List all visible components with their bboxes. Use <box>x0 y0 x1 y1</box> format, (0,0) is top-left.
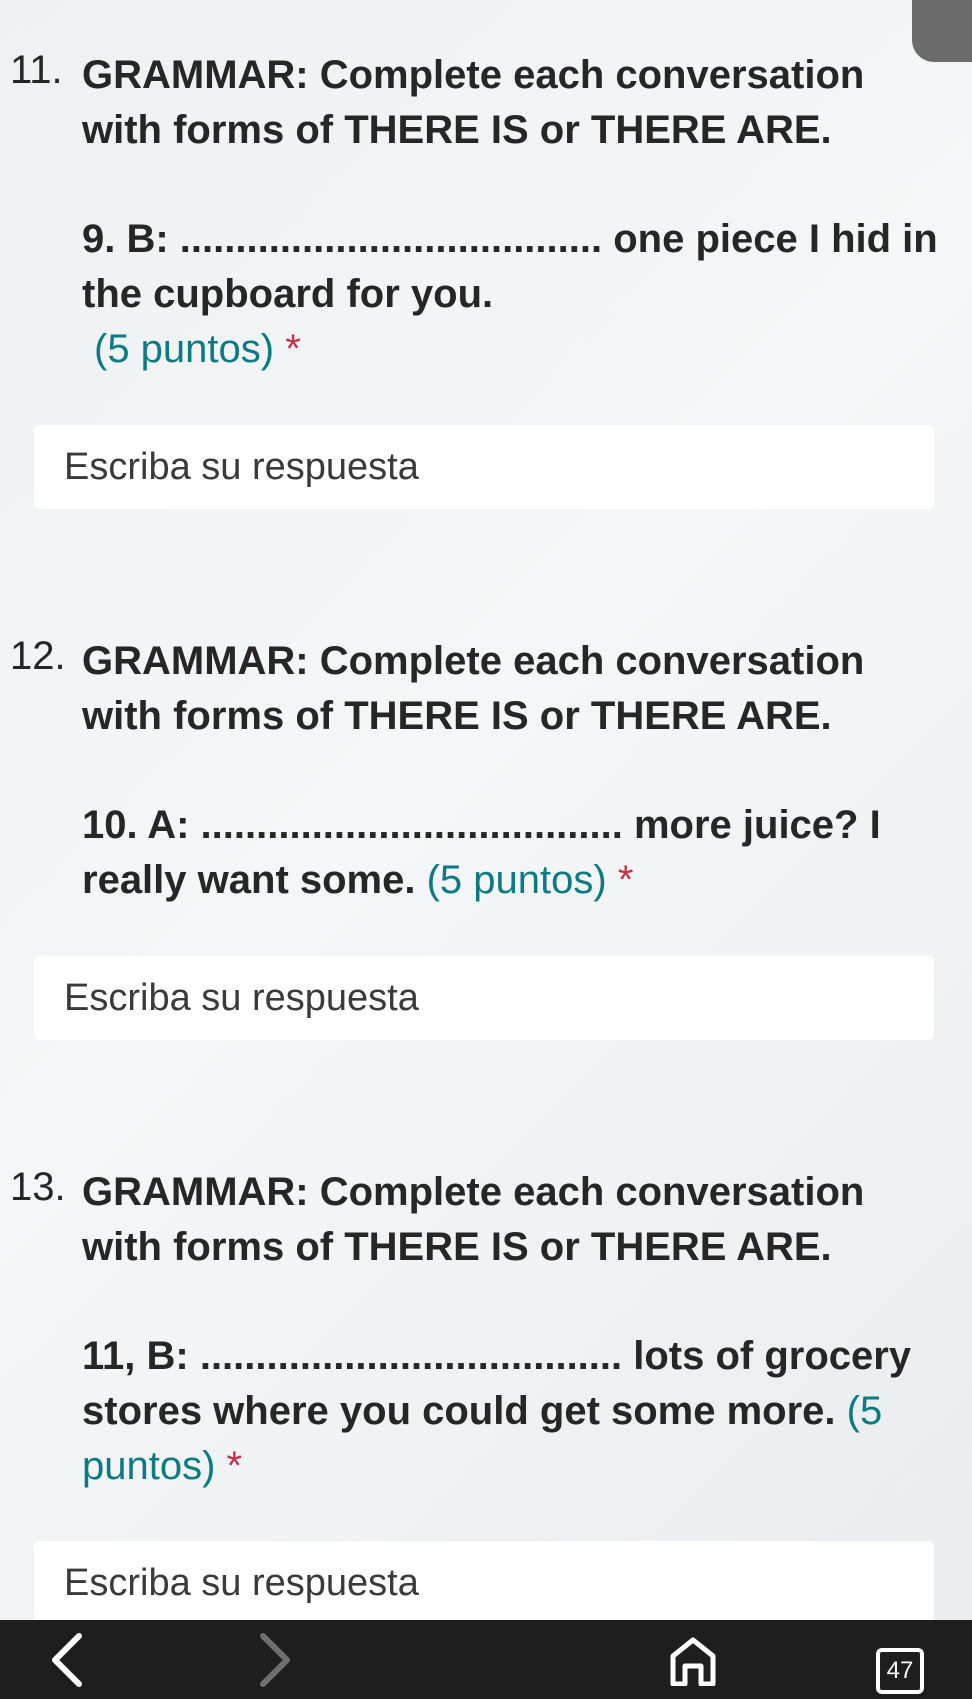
answer-input[interactable] <box>34 425 934 509</box>
tabs-count-label: 47 <box>886 1657 914 1684</box>
points-label: (5 puntos) <box>94 327 275 371</box>
question-number: 13. <box>10 1165 66 1209</box>
prompt-text: 11, B: .................................… <box>82 1334 912 1433</box>
question-prompt: 9. B: ..................................… <box>82 212 942 377</box>
points-label: (5 puntos) <box>426 858 607 902</box>
browser-bottom-bar: 47 <box>0 1620 972 1699</box>
answer-input[interactable] <box>34 1541 934 1625</box>
answer-input[interactable] <box>34 956 934 1040</box>
question-title: GRAMMAR: Complete each conversation with… <box>82 53 865 152</box>
tabs-button[interactable]: 47 <box>876 1648 924 1694</box>
home-button[interactable] <box>648 1620 738 1699</box>
home-icon <box>670 1637 716 1686</box>
question-prompt: 10. A: .................................… <box>82 798 952 908</box>
question-number: 12. <box>10 634 66 678</box>
required-asterisk: * <box>285 327 301 371</box>
question-prompt: 11, B: .................................… <box>82 1329 952 1494</box>
forward-icon <box>260 1632 290 1687</box>
required-asterisk: * <box>226 1444 243 1488</box>
question-title: GRAMMAR: Complete each conversation with… <box>82 1170 865 1269</box>
prompt-text: 9. B: ..................................… <box>82 217 938 316</box>
question-number: 11. <box>10 48 63 92</box>
required-asterisk: * <box>617 858 634 902</box>
back-button[interactable] <box>22 1620 112 1699</box>
question-title: GRAMMAR: Complete each conversation with… <box>82 639 865 738</box>
forward-button[interactable] <box>230 1620 320 1699</box>
back-icon <box>52 1632 82 1687</box>
